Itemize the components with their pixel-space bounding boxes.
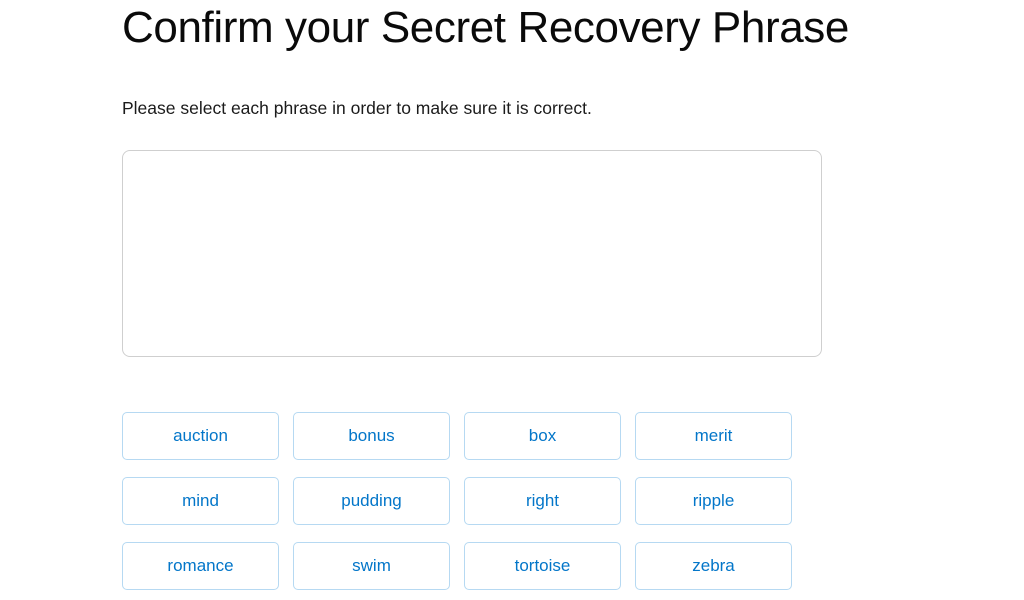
word-chip[interactable]: merit <box>635 412 792 460</box>
word-chip[interactable]: right <box>464 477 621 525</box>
page-title: Confirm your Secret Recovery Phrase <box>122 3 849 52</box>
word-chip[interactable]: swim <box>293 542 450 590</box>
word-chip[interactable]: zebra <box>635 542 792 590</box>
word-chip[interactable]: tortoise <box>464 542 621 590</box>
selected-phrase-dropzone[interactable] <box>122 150 822 357</box>
page-content: Confirm your Secret Recovery Phrase Plea… <box>122 0 1002 590</box>
word-bank-grid: auction bonus box merit mind pudding rig… <box>122 412 800 590</box>
word-chip[interactable]: pudding <box>293 477 450 525</box>
word-chip[interactable]: box <box>464 412 621 460</box>
word-chip[interactable]: romance <box>122 542 279 590</box>
word-chip[interactable]: ripple <box>635 477 792 525</box>
word-chip[interactable]: bonus <box>293 412 450 460</box>
page-subtitle: Please select each phrase in order to ma… <box>122 98 592 118</box>
word-chip[interactable]: auction <box>122 412 279 460</box>
confirm-recovery-phrase-page: Confirm your Secret Recovery Phrase Plea… <box>0 0 1024 600</box>
word-chip[interactable]: mind <box>122 477 279 525</box>
